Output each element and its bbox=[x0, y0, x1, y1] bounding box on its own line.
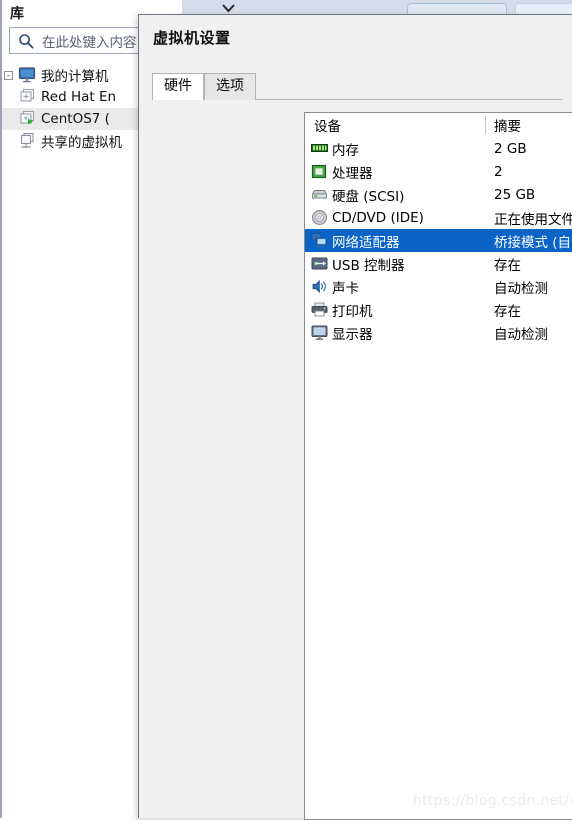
search-icon bbox=[18, 33, 34, 49]
device-name-label: 声卡 bbox=[332, 280, 359, 297]
usb-icon bbox=[311, 255, 328, 272]
table-row[interactable]: 显示器 自动检测 bbox=[305, 321, 572, 344]
column-header-device: 设备 bbox=[314, 119, 341, 135]
network-icon bbox=[311, 232, 328, 249]
device-summary-label: 自动检测 bbox=[494, 280, 548, 297]
device-name-cell: 网络适配器 bbox=[305, 231, 485, 251]
device-table-header: 设备 摘要 bbox=[305, 113, 572, 137]
device-summary-label: 25 GB bbox=[494, 186, 536, 203]
monitor-icon bbox=[18, 66, 36, 84]
search-input[interactable]: 在此处键入内容 bbox=[42, 31, 137, 51]
device-summary-label: 自动检测 bbox=[494, 326, 548, 343]
device-summary-label: 存在 bbox=[494, 303, 521, 320]
library-panel: 库 在此处键入内容 - 我的计算机 Red Hat En CentOS7 (共… bbox=[0, 0, 299, 818]
dialog-title: 虚拟机设置 bbox=[153, 29, 231, 47]
device-name-cell: CD/DVD (IDE) bbox=[305, 209, 485, 226]
tree-item-label: 共享的虚拟机 bbox=[41, 135, 122, 151]
device-list-panel[interactable]: 设备 摘要 内存 2 GB 处理器 2 硬盘 (SCSI) 25 GB CD/D… bbox=[304, 112, 572, 820]
tree-item-label: 我的计算机 bbox=[41, 69, 109, 85]
device-name-label: 网络适配器 bbox=[332, 234, 400, 251]
device-name-cell: 打印机 bbox=[305, 300, 485, 320]
device-name-label: 内存 bbox=[332, 142, 359, 159]
device-summary-label: 2 bbox=[494, 163, 503, 180]
table-row[interactable]: 硬盘 (SCSI) 25 GB bbox=[305, 183, 572, 206]
memory-icon bbox=[311, 140, 328, 157]
harddisk-icon bbox=[311, 186, 328, 203]
device-summary-label: 存在 bbox=[494, 257, 521, 274]
device-name-cell: 声卡 bbox=[305, 277, 485, 297]
printer-icon bbox=[311, 301, 328, 318]
device-name-label: 打印机 bbox=[332, 303, 373, 320]
virtual-machine-settings-dialog: 虚拟机设置 硬件 选项 设备 摘要 内存 2 GB 处理器 2 硬盘 (SCSI… bbox=[138, 14, 572, 820]
device-name-cell: USB 控制器 bbox=[305, 254, 485, 274]
column-header-summary: 摘要 bbox=[494, 119, 521, 135]
tab-bar-filler bbox=[256, 73, 562, 100]
cpu-icon bbox=[311, 163, 328, 180]
device-name-cell: 内存 bbox=[305, 139, 485, 159]
device-name-cell: 处理器 bbox=[305, 162, 485, 182]
device-summary-label: 正在使用文件 E:\虚拟机iso文… bbox=[494, 211, 572, 228]
device-name-label: CD/DVD (IDE) bbox=[332, 209, 424, 226]
table-row[interactable]: 打印机 存在 bbox=[305, 298, 572, 321]
tab-hardware[interactable]: 硬件 bbox=[152, 73, 204, 100]
tree-expander-icon[interactable]: - bbox=[4, 71, 13, 80]
device-name-cell: 显示器 bbox=[305, 323, 485, 343]
table-row[interactable]: 处理器 2 bbox=[305, 160, 572, 183]
cddvd-icon bbox=[311, 209, 328, 226]
library-title: 库 bbox=[10, 6, 25, 22]
device-summary-label: 2 GB bbox=[494, 140, 527, 157]
display-icon bbox=[311, 324, 328, 341]
tree-item-label: CentOS7 ( bbox=[41, 111, 110, 127]
vm-library-tree: - 我的计算机 Red Hat En CentOS7 (共享的虚拟机 bbox=[2, 64, 148, 152]
table-row[interactable]: 声卡 自动检测 bbox=[305, 275, 572, 298]
table-row-selected[interactable]: 网络适配器 桥接模式 (自动) bbox=[305, 229, 572, 252]
tab-options[interactable]: 选项 bbox=[204, 73, 256, 100]
dialog-tab-bar: 硬件 选项 bbox=[152, 73, 562, 100]
dialog-titlebar: 虚拟机设置 bbox=[139, 15, 572, 57]
sound-icon bbox=[311, 278, 328, 295]
column-divider[interactable] bbox=[485, 116, 486, 134]
table-row[interactable]: CD/DVD (IDE) 正在使用文件 E:\虚拟机iso文… bbox=[305, 206, 572, 229]
tree-item-centos7-vm[interactable]: CentOS7 ( bbox=[2, 108, 148, 130]
device-name-cell: 硬盘 (SCSI) bbox=[305, 185, 485, 205]
tree-item-my-computer[interactable]: - 我的计算机 bbox=[2, 64, 148, 86]
table-row[interactable]: 内存 2 GB bbox=[305, 137, 572, 160]
device-summary-label: 桥接模式 (自动) bbox=[494, 234, 572, 251]
device-name-label: 处理器 bbox=[332, 165, 373, 182]
tree-item-label: Red Hat En bbox=[41, 89, 117, 105]
tree-item-shared-vms[interactable]: 共享的虚拟机 bbox=[2, 130, 148, 152]
device-name-label: 显示器 bbox=[332, 326, 373, 343]
device-name-label: USB 控制器 bbox=[332, 257, 405, 274]
vm-icon bbox=[18, 88, 36, 106]
vm-running-icon bbox=[18, 110, 36, 128]
device-name-label: 硬盘 (SCSI) bbox=[332, 188, 405, 205]
table-row[interactable]: USB 控制器 存在 bbox=[305, 252, 572, 275]
tree-item-redhat-vm[interactable]: Red Hat En bbox=[2, 86, 148, 108]
shared-vm-icon bbox=[18, 132, 36, 150]
watermark-text: https://blog.csdn.net/weixin_45447770 bbox=[412, 793, 572, 809]
